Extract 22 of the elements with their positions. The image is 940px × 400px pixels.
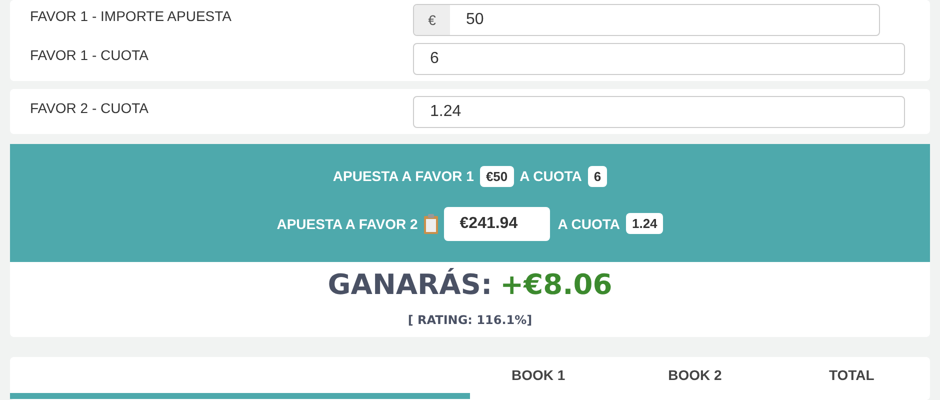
input-field[interactable]: 1.24 (413, 96, 905, 128)
profit-label: GANARÁS: (328, 268, 492, 301)
profit-amount: +€8.06 (500, 268, 612, 301)
currency-addon: € (414, 5, 450, 35)
odds-value: 1.24 (626, 213, 664, 234)
column-header: BOOK 1 (510, 367, 566, 383)
stake-value: €50 (480, 166, 514, 186)
rating-text: [ RATING: 116.1%] (406, 312, 534, 329)
column-header: TOTAL (828, 367, 876, 383)
bet-label: APUESTA A FAVOR 2 (276, 216, 418, 232)
odds-label: A CUOTA (558, 216, 620, 232)
field-label: FAVOR 1 - IMPORTE APUESTA (30, 7, 232, 24)
stake-field[interactable]: €241.94 (444, 206, 550, 240)
field-label: FAVOR 1 - CUOTA (30, 46, 150, 63)
input-field[interactable]: 6 (413, 43, 905, 75)
odds-value: 6 (588, 166, 608, 186)
field-label: FAVOR 2 - CUOTA (30, 99, 150, 116)
clipboard-icon[interactable] (424, 214, 438, 234)
input-field[interactable]: € 50 (413, 4, 880, 36)
column-header: BOOK 2 (667, 367, 723, 383)
bet-label: APUESTA A FAVOR 1 (332, 168, 474, 184)
odds-label: A CUOTA (520, 168, 582, 184)
